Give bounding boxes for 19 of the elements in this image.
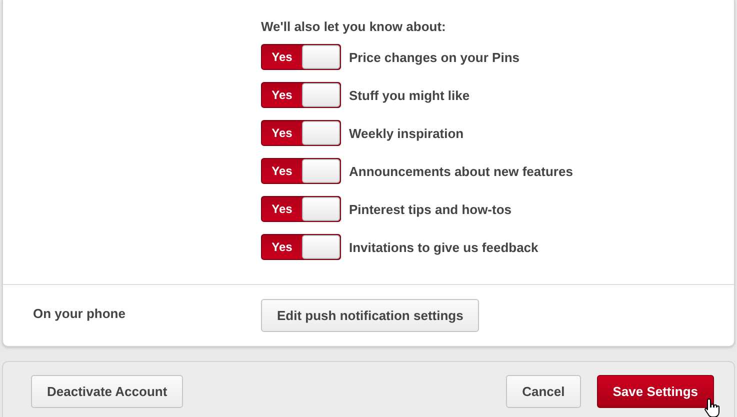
- toggle-switch[interactable]: Yes: [261, 44, 341, 70]
- edit-push-button[interactable]: Edit push notification settings: [261, 299, 480, 332]
- option-label: Announcements about new features: [349, 164, 573, 178]
- toggle-switch[interactable]: Yes: [261, 158, 341, 184]
- toggle-switch[interactable]: Yes: [261, 196, 341, 222]
- option-label: Invitations to give us feedback: [349, 240, 538, 254]
- section-heading: We'll also let you know about:: [261, 19, 447, 34]
- save-button[interactable]: Save Settings: [596, 375, 714, 408]
- toggle-switch[interactable]: Yes: [261, 120, 341, 146]
- option-label: Weekly inspiration: [349, 126, 464, 140]
- deactivate-button[interactable]: Deactivate Account: [31, 375, 184, 408]
- option-label: Price changes on your Pins: [349, 50, 520, 64]
- hand-cursor-icon: [704, 398, 720, 417]
- toggle-switch[interactable]: Yes: [261, 234, 341, 260]
- row-label: On your phone: [33, 305, 126, 321]
- cancel-button[interactable]: Cancel: [506, 375, 581, 408]
- option-label: Stuff you might like: [349, 88, 470, 102]
- toggle-switch[interactable]: Yes: [261, 82, 341, 108]
- option-label: Pinterest tips and how-tos: [349, 202, 512, 216]
